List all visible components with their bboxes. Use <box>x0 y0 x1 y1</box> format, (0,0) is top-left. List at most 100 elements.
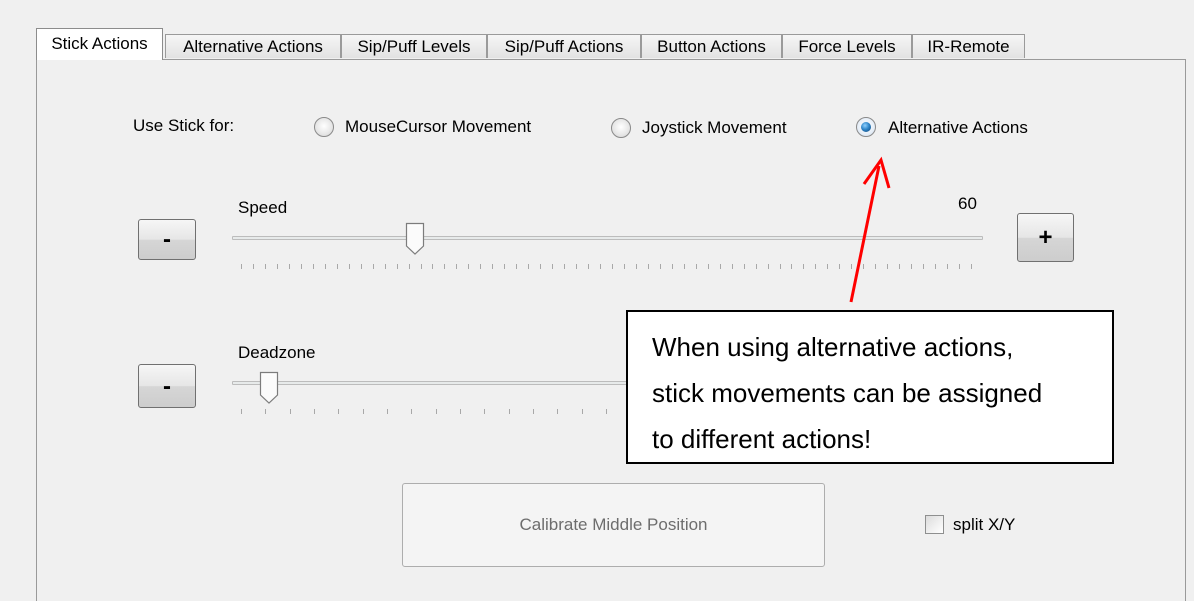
slider-tick <box>600 264 601 269</box>
slider-tick <box>397 264 398 269</box>
slider-tick <box>899 264 900 269</box>
slider-tick <box>540 264 541 269</box>
slider-tick <box>768 264 769 269</box>
slider-tick <box>492 264 493 269</box>
slider-tick <box>791 264 792 269</box>
callout-box: When using alternative actions, stick mo… <box>626 310 1114 464</box>
slider-tick <box>887 264 888 269</box>
slider-tick <box>373 264 374 269</box>
tab-sip-puff-actions[interactable]: Sip/Puff Actions <box>487 34 641 58</box>
slider-tick <box>337 264 338 269</box>
slider-tick <box>509 409 510 414</box>
slider-tick <box>660 264 661 269</box>
slider-tick <box>265 409 266 414</box>
slider-tick <box>484 409 485 414</box>
slider-tick <box>612 264 613 269</box>
radio-selected-dot <box>861 122 871 132</box>
slider-tick <box>409 264 410 269</box>
speed-plus-button[interactable]: + <box>1017 213 1074 262</box>
speed-slider-thumb[interactable] <box>405 222 425 256</box>
slider-tick <box>696 264 697 269</box>
tab-sip-puff-levels[interactable]: Sip/Puff Levels <box>341 34 487 58</box>
slider-tick <box>314 409 315 414</box>
split-xy-checkbox[interactable] <box>925 515 944 534</box>
use-stick-label: Use Stick for: <box>133 116 235 135</box>
alternative-actions-radio-label[interactable]: Alternative Actions <box>888 118 1028 138</box>
slider-tick <box>576 264 577 269</box>
tab-force-levels[interactable]: Force Levels <box>782 34 912 58</box>
slider-tick <box>672 264 673 269</box>
slider-tick <box>363 409 364 414</box>
alternative-actions-radio[interactable] <box>856 117 876 137</box>
slider-tick <box>780 264 781 269</box>
slider-tick <box>277 264 278 269</box>
slider-tick <box>648 264 649 269</box>
slider-tick <box>460 409 461 414</box>
deadzone-minus-button[interactable]: - <box>138 364 196 408</box>
speed-minus-button[interactable]: - <box>138 219 196 260</box>
slider-tick <box>387 409 388 414</box>
slider-tick <box>253 264 254 269</box>
callout-line-3: to different actions! <box>652 424 872 454</box>
calibrate-middle-button[interactable]: Calibrate Middle Position <box>402 483 825 567</box>
slider-tick <box>338 409 339 414</box>
speed-value: 60 <box>958 194 977 213</box>
slider-tick <box>313 264 314 269</box>
slider-tick <box>606 409 607 414</box>
slider-tick <box>684 264 685 269</box>
slider-tick <box>436 409 437 414</box>
mousecursor-radio-label[interactable]: MouseCursor Movement <box>345 117 531 137</box>
slider-tick <box>456 264 457 269</box>
slider-tick <box>839 264 840 269</box>
tab-stick-actions[interactable]: Stick Actions <box>36 28 163 60</box>
speed-slider-ticks <box>241 264 972 270</box>
slider-tick <box>624 264 625 269</box>
mousecursor-radio[interactable] <box>314 117 334 137</box>
slider-tick <box>432 264 433 269</box>
tab-alternative-actions[interactable]: Alternative Actions <box>165 34 341 58</box>
slider-tick <box>289 264 290 269</box>
slider-tick <box>557 409 558 414</box>
tab-button-actions[interactable]: Button Actions <box>641 34 782 58</box>
slider-tick <box>533 409 534 414</box>
slider-tick <box>528 264 529 269</box>
slider-tick <box>290 409 291 414</box>
slider-tick <box>241 264 242 269</box>
slider-tick <box>923 264 924 269</box>
slider-tick <box>708 264 709 269</box>
slider-tick <box>935 264 936 269</box>
slider-tick <box>444 264 445 269</box>
slider-tick <box>516 264 517 269</box>
slider-tick <box>827 264 828 269</box>
slider-tick <box>385 264 386 269</box>
slider-tick <box>744 264 745 269</box>
speed-slider-track[interactable] <box>232 236 983 240</box>
slider-tick <box>504 264 505 269</box>
slider-tick <box>588 264 589 269</box>
split-xy-label[interactable]: split X/Y <box>953 515 1015 535</box>
slider-tick <box>552 264 553 269</box>
slider-tick <box>959 264 960 269</box>
callout-line-2: stick movements can be assigned <box>652 378 1043 408</box>
speed-label: Speed <box>238 198 288 217</box>
slider-tick <box>582 409 583 414</box>
slider-tick <box>349 264 350 269</box>
deadzone-slider-thumb[interactable] <box>259 371 279 405</box>
callout-line-1: When using alternative actions, <box>652 332 1014 362</box>
slider-tick <box>564 264 565 269</box>
slider-tick <box>863 264 864 269</box>
tab-ir-remote[interactable]: IR-Remote <box>912 34 1025 58</box>
slider-tick <box>720 264 721 269</box>
joystick-radio[interactable] <box>611 118 631 138</box>
joystick-radio-label[interactable]: Joystick Movement <box>642 118 787 138</box>
slider-tick <box>301 264 302 269</box>
slider-tick <box>480 264 481 269</box>
deadzone-label: Deadzone <box>238 343 316 362</box>
slider-tick <box>911 264 912 269</box>
slider-tick <box>421 264 422 269</box>
slider-tick <box>468 264 469 269</box>
slider-tick <box>803 264 804 269</box>
slider-tick <box>815 264 816 269</box>
slider-tick <box>851 264 852 269</box>
slider-tick <box>241 409 242 414</box>
